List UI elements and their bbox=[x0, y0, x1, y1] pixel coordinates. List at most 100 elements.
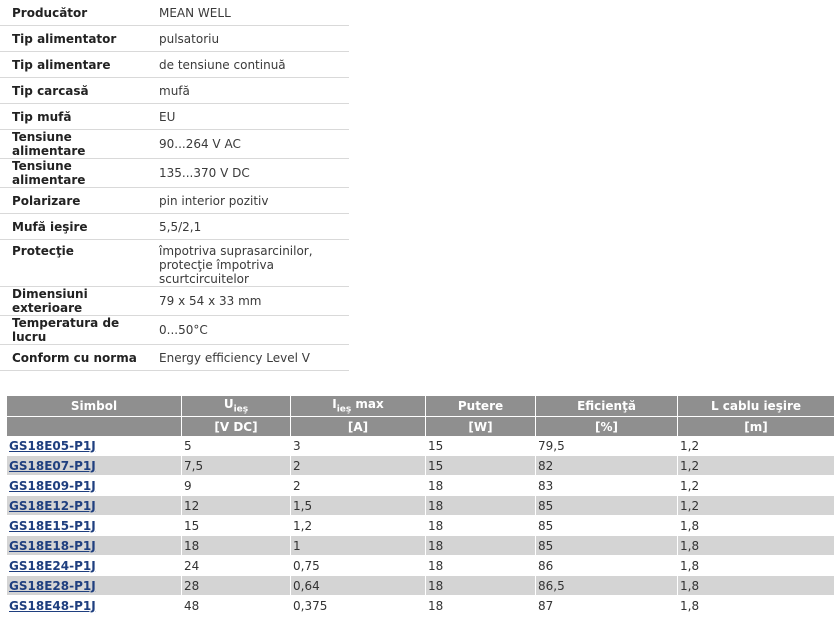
cell-symbol: GS18E05-P1J bbox=[7, 436, 182, 456]
product-link[interactable]: GS18E28-P1J bbox=[9, 579, 96, 593]
cell-efficiency: 86,5 bbox=[535, 575, 678, 596]
product-link[interactable]: GS18E07-P1J bbox=[9, 459, 96, 473]
product-link[interactable]: GS18E05-P1J bbox=[9, 439, 96, 453]
cell-power: 18 bbox=[425, 575, 536, 596]
col-efficiency-header: Eficienţă bbox=[535, 396, 678, 417]
spec-value-line: împotriva suprasarcinilor, bbox=[159, 244, 313, 258]
table-row: GS18E05-P1J 5 3 15 79,5 1,2 bbox=[7, 436, 835, 456]
spec-value-line: 135...370 V DC bbox=[159, 166, 250, 180]
spec-value-line: MEAN WELL bbox=[159, 5, 231, 20]
spec-key: Tip alimentator bbox=[0, 25, 147, 52]
spec-row: Tensiune alimentare 135...370 V DC bbox=[0, 158, 349, 188]
unit-current: [A] bbox=[290, 416, 426, 436]
cell-cable: 1,8 bbox=[677, 555, 835, 576]
col-symbol-header: Simbol bbox=[7, 396, 182, 417]
spec-value-line: 5,5/2,1 bbox=[159, 219, 202, 234]
cell-symbol: GS18E28-P1J bbox=[7, 575, 182, 596]
table-row: GS18E48-P1J 48 0,375 18 87 1,8 bbox=[7, 595, 835, 616]
spec-key: Tip mufă bbox=[0, 103, 147, 130]
spec-key: Tip alimentare bbox=[0, 51, 147, 78]
spec-key: Tensiune alimentare bbox=[0, 129, 147, 159]
product-link[interactable]: GS18E09-P1J bbox=[9, 479, 96, 493]
spec-row: Tip carcasă mufă bbox=[0, 77, 349, 104]
spec-key: Mufă ieşire bbox=[0, 213, 147, 240]
spec-row: Temperatura de lucru 0...50°C bbox=[0, 315, 349, 345]
col-voltage-header: Uieş bbox=[181, 396, 291, 417]
col-current-sub: ieş bbox=[336, 404, 352, 415]
table-row: GS18E15-P1J 15 1,2 18 85 1,8 bbox=[7, 515, 835, 536]
spec-value: pin interior pozitiv bbox=[147, 187, 349, 214]
spec-key: Dimensiuni exterioare bbox=[0, 286, 147, 316]
cell-efficiency: 85 bbox=[535, 535, 678, 556]
spec-row: Producător MEAN WELL bbox=[0, 0, 349, 26]
spec-value: 5,5/2,1 bbox=[147, 213, 349, 240]
spec-row: Conform cu norma Energy efficiency Level … bbox=[0, 344, 349, 371]
spec-value-line: 79 x 54 x 33 mm bbox=[159, 294, 262, 308]
spec-key: Producător bbox=[0, 0, 147, 26]
product-link[interactable]: GS18E24-P1J bbox=[9, 559, 96, 573]
unit-symbol bbox=[7, 416, 182, 436]
table-row: GS18E07-P1J 7,5 2 15 82 1,2 bbox=[7, 455, 835, 476]
cell-current: 1,5 bbox=[290, 495, 426, 516]
cell-cable: 1,8 bbox=[677, 535, 835, 556]
spec-row: Protecţie împotriva suprasarcinilor, prote… bbox=[0, 239, 349, 287]
unit-efficiency: [%] bbox=[535, 416, 678, 436]
cell-current: 3 bbox=[290, 436, 426, 456]
spec-row: Tip alimentator pulsatoriu bbox=[0, 25, 349, 52]
spec-row: Mufă ieşire 5,5/2,1 bbox=[0, 213, 349, 240]
table-row: GS18E09-P1J 9 2 18 83 1,2 bbox=[7, 475, 835, 496]
cell-current: 0,375 bbox=[290, 595, 426, 616]
spec-table-body: Producător MEAN WELL Tip alimentator pulsat… bbox=[0, 0, 349, 371]
cell-voltage: 28 bbox=[181, 575, 291, 596]
cell-symbol: GS18E18-P1J bbox=[7, 535, 182, 556]
spec-key: Tensiune alimentare bbox=[0, 158, 147, 188]
cell-symbol: GS18E15-P1J bbox=[7, 515, 182, 536]
cell-power: 18 bbox=[425, 535, 536, 556]
spec-value: EU bbox=[147, 103, 349, 130]
cell-power: 18 bbox=[425, 555, 536, 576]
product-link[interactable]: GS18E48-P1J bbox=[9, 599, 96, 613]
spec-value-line: EU bbox=[159, 109, 176, 124]
cell-current: 1 bbox=[290, 535, 426, 556]
product-link[interactable]: GS18E15-P1J bbox=[9, 519, 96, 533]
cell-symbol: GS18E24-P1J bbox=[7, 555, 182, 576]
cell-voltage: 48 bbox=[181, 595, 291, 616]
cell-efficiency: 82 bbox=[535, 455, 678, 476]
product-link[interactable]: GS18E18-P1J bbox=[9, 539, 96, 553]
spec-row: Tip mufă EU bbox=[0, 103, 349, 130]
spec-value: 0...50°C bbox=[147, 315, 349, 345]
cell-cable: 1,2 bbox=[677, 475, 835, 496]
spec-key: Polarizare bbox=[0, 187, 147, 214]
cell-power: 18 bbox=[425, 595, 536, 616]
spec-value-line: 0...50°C bbox=[159, 323, 208, 337]
cell-symbol: GS18E48-P1J bbox=[7, 595, 182, 616]
spec-row: Polarizare pin interior pozitiv bbox=[0, 187, 349, 214]
spec-row: Tip alimentare de tensiune continuă bbox=[0, 51, 349, 78]
cell-voltage: 7,5 bbox=[181, 455, 291, 476]
spec-value: împotriva suprasarcinilor, protecţie împo… bbox=[147, 239, 349, 287]
cell-efficiency: 83 bbox=[535, 475, 678, 496]
products-table: Simbol Uieş Iieş max Putere Eficienţă L … bbox=[7, 396, 835, 616]
cell-voltage: 5 bbox=[181, 436, 291, 456]
cell-symbol: GS18E12-P1J bbox=[7, 495, 182, 516]
cell-current: 1,2 bbox=[290, 515, 426, 536]
cell-current: 2 bbox=[290, 455, 426, 476]
spec-row: Tensiune alimentare 90...264 V AC bbox=[0, 129, 349, 159]
cell-cable: 1,2 bbox=[677, 436, 835, 456]
cell-cable: 1,8 bbox=[677, 595, 835, 616]
spec-row: Dimensiuni exterioare 79 x 54 x 33 mm bbox=[0, 286, 349, 316]
spec-value-line: mufă bbox=[159, 83, 190, 98]
table-row: GS18E28-P1J 28 0,64 18 86,5 1,8 bbox=[7, 575, 835, 596]
cell-efficiency: 86 bbox=[535, 555, 678, 576]
spec-value: de tensiune continuă bbox=[147, 51, 349, 78]
spec-value: 79 x 54 x 33 mm bbox=[147, 286, 349, 316]
table-row: GS18E24-P1J 24 0,75 18 86 1,8 bbox=[7, 555, 835, 576]
cell-power: 18 bbox=[425, 515, 536, 536]
spec-value-line: pin interior pozitiv bbox=[159, 193, 269, 208]
spec-key: Protecţie bbox=[0, 239, 147, 287]
table-row: GS18E18-P1J 18 1 18 85 1,8 bbox=[7, 535, 835, 556]
col-current-header: Iieş max bbox=[290, 396, 426, 417]
spec-table: Producător MEAN WELL Tip alimentator pulsat… bbox=[0, 0, 349, 371]
product-link[interactable]: GS18E12-P1J bbox=[9, 499, 96, 513]
cell-efficiency: 87 bbox=[535, 595, 678, 616]
